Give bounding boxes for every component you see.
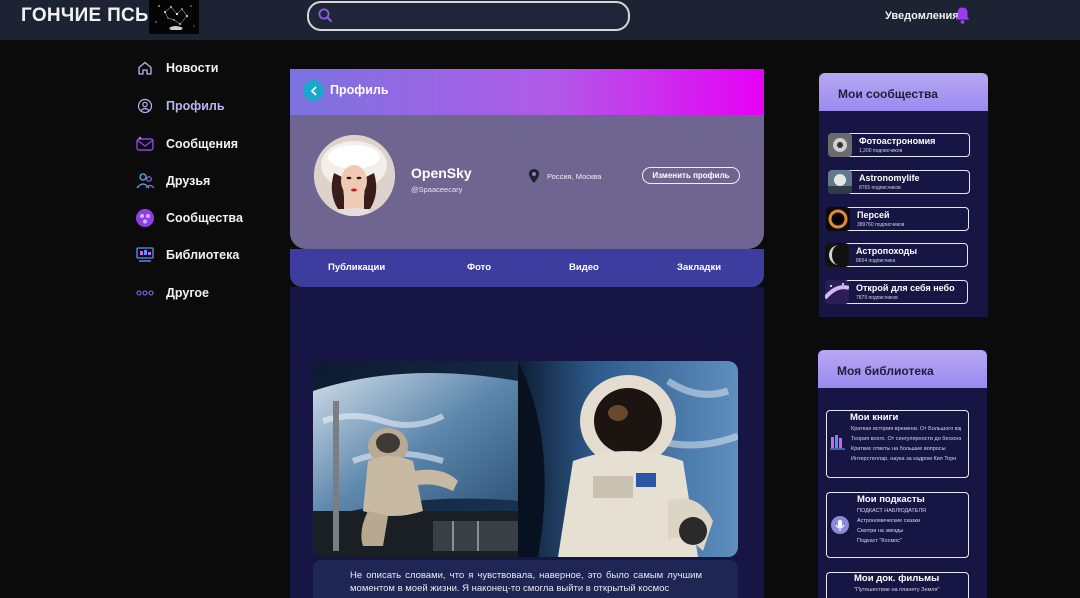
library-book-item[interactable]: Интерстеллар. наука за кадром Кип Торн [851, 456, 961, 462]
community-avatar [825, 243, 849, 267]
sidebar-item-label: Сообщения [166, 137, 239, 151]
library-books-title: Мои книги [850, 412, 899, 423]
podcast-icon [830, 515, 850, 540]
community-avatar [828, 170, 852, 194]
community-item[interactable]: Астропоходы 8654 подписчика [825, 243, 968, 267]
library-podcasts-title: Мои подкасты [857, 494, 925, 505]
sidebar-item-label: Библиотека [166, 248, 240, 262]
library-films-title: Мои док. фильмы [854, 573, 940, 584]
sidebar-item-label: Профиль [166, 99, 225, 113]
community-avatar [826, 207, 850, 231]
messages-icon [135, 134, 155, 154]
community-item[interactable]: Персей 389760 подписчиков [826, 207, 969, 231]
community-name: Astronomylife [859, 173, 920, 183]
community-subscribers: 389760 подписчиков [857, 222, 905, 228]
notifications-link[interactable]: Уведомления [885, 10, 959, 22]
search-input[interactable] [339, 6, 619, 26]
more-icon [135, 283, 155, 303]
library-film-item[interactable]: "Путешествие на планету Земля" [854, 587, 966, 593]
community-subscribers: 8765 подписчиков [859, 185, 901, 191]
profile-info-card: OpenSky @Spaaceecary Россия, Москва Изме… [290, 115, 764, 249]
friends-icon [135, 171, 155, 191]
library-films-card[interactable]: Мои док. фильмы "Путешествие на планету … [826, 572, 969, 598]
community-name: Персей [857, 210, 890, 220]
avatar[interactable] [314, 135, 395, 216]
chevron-left-icon [310, 86, 316, 95]
user-icon [135, 96, 155, 116]
library-podcasts-card[interactable]: Мои подкасты ПОДКАСТ НАБЛЮДАТЕЛЯ Астроно… [826, 492, 969, 558]
sidebar-item-news[interactable]: Новости [135, 58, 218, 78]
profile-name: OpenSky [411, 165, 472, 181]
sidebar-item-profile[interactable]: Профиль [135, 96, 225, 116]
library-book-item[interactable]: Краткие ответы на большие вопросы [851, 446, 961, 452]
tab-photo[interactable]: Фото [467, 262, 491, 273]
community-subscribers: 7879 подписчиков [856, 295, 898, 301]
library-book-item[interactable]: Теория всего. От сингулярности до бескон… [851, 436, 961, 442]
community-name: Фотоастрономия [859, 136, 936, 146]
sidebar-item-library[interactable]: Библиотека [135, 245, 239, 265]
post-image-left[interactable] [313, 361, 518, 557]
edit-profile-button[interactable]: Изменить профиль [642, 167, 740, 184]
library-podcast-item[interactable]: ПОДКАСТ НАБЛЮДАТЕЛЯ [857, 508, 965, 514]
community-name: Открой для себя небо [856, 283, 955, 293]
library-book-item[interactable]: Краткая история времени. От Большого взр… [851, 426, 961, 432]
sidebar-item-messages[interactable]: Сообщения [135, 134, 238, 154]
library-title: Моя библиотека [818, 350, 987, 388]
sidebar-item-label: Сообщества [166, 211, 243, 225]
community-name: Астропоходы [856, 246, 918, 256]
post-text: Не описать словами, что я чувствовала, н… [313, 560, 738, 598]
communities-icon [135, 208, 155, 228]
brand-name[interactable]: ГОНЧИЕ ПСЫ [21, 5, 154, 27]
home-icon [135, 58, 155, 78]
sidebar-item-friends[interactable]: Друзья [135, 171, 210, 191]
communities-title: Мои сообщества [819, 73, 988, 111]
profile-tabs: Публикации Фото Видео Закладки [290, 249, 764, 287]
sidebar-item-label: Новости [166, 61, 219, 75]
back-button[interactable] [303, 80, 324, 101]
search-icon[interactable] [317, 7, 333, 28]
tab-bookmarks[interactable]: Закладки [677, 262, 721, 273]
community-item[interactable]: Открой для себя небо 7879 подписчиков [825, 280, 968, 304]
post-image-right[interactable] [518, 361, 738, 557]
library-books-card[interactable]: Мои книги Краткая история времени. От Бо… [826, 410, 969, 478]
page-title: Профиль [330, 83, 389, 97]
profile-handle: @Spaaceecary [411, 185, 463, 194]
community-item[interactable]: Фотоастрономия 1,200 подписчиков [828, 133, 970, 157]
sidebar-item-label: Друзья [166, 174, 211, 188]
community-avatar [828, 133, 852, 157]
community-item[interactable]: Astronomylife 8765 подписчиков [828, 170, 970, 194]
sidebar-item-label: Другое [166, 286, 209, 300]
profile-location: Россия, Москва [547, 172, 602, 181]
logo-image[interactable] [149, 0, 199, 34]
tab-video[interactable]: Видео [569, 262, 599, 273]
community-subscribers: 8654 подписчика [856, 258, 896, 264]
library-podcast-item[interactable]: Подкаст "Космос" [857, 538, 965, 544]
sidebar-item-other[interactable]: Другое [135, 283, 209, 303]
library-icon [135, 245, 155, 265]
tab-publications[interactable]: Публикации [328, 262, 385, 273]
top-header: ГОНЧИЕ ПСЫ Уведомления [0, 0, 1080, 40]
community-avatar [825, 280, 849, 304]
sidebar-item-communities[interactable]: Сообщества [135, 208, 243, 228]
books-icon [829, 433, 847, 456]
profile-header-bar: Профиль [290, 69, 764, 115]
library-podcast-item[interactable]: Смотри на звезды [857, 528, 965, 534]
search-bar[interactable] [307, 1, 630, 31]
library-podcast-item[interactable]: Астрономические сказки [857, 518, 965, 524]
community-subscribers: 1,200 подписчиков [859, 148, 903, 154]
bell-icon[interactable] [954, 6, 971, 30]
location-pin-icon [528, 168, 540, 189]
